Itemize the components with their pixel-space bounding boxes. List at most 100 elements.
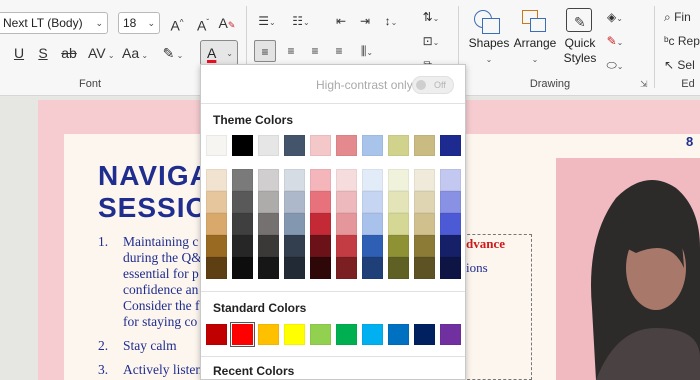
theme-shade-swatch[interactable] — [310, 213, 331, 235]
align-left-icon[interactable]: ≡ — [254, 40, 276, 62]
standard-color-swatch[interactable] — [206, 324, 227, 345]
theme-shade-swatch[interactable] — [232, 235, 253, 257]
theme-shade-swatch[interactable] — [388, 191, 409, 213]
font-size-combobox[interactable]: 18 ⌄ — [118, 12, 160, 34]
theme-color-swatch[interactable] — [414, 135, 435, 156]
character-spacing-button[interactable]: AV ⌄ — [88, 42, 115, 64]
arrange-button[interactable]: Arrange ⌄ — [512, 6, 558, 65]
theme-color-swatch[interactable] — [336, 135, 357, 156]
theme-shade-swatch[interactable] — [388, 235, 409, 257]
shapes-button[interactable]: Shapes ⌄ — [466, 6, 512, 65]
theme-shade-swatch[interactable] — [388, 257, 409, 279]
standard-color-swatch[interactable] — [310, 324, 331, 345]
theme-color-swatch[interactable] — [388, 135, 409, 156]
theme-shade-swatch[interactable] — [388, 213, 409, 235]
theme-shade-swatch[interactable] — [362, 169, 383, 191]
dialog-launcher-icon[interactable]: ⇲ — [640, 79, 648, 90]
theme-shade-swatch[interactable] — [232, 257, 253, 279]
theme-color-swatch[interactable] — [206, 135, 227, 156]
standard-color-swatch[interactable] — [388, 324, 409, 345]
theme-shade-swatch[interactable] — [284, 169, 305, 191]
slide-title[interactable]: NAVIGA SESSIO — [98, 160, 211, 224]
standard-color-swatch[interactable] — [258, 324, 279, 345]
theme-shade-swatch[interactable] — [258, 169, 279, 191]
theme-shade-swatch[interactable] — [440, 257, 461, 279]
theme-shade-swatch[interactable] — [258, 213, 279, 235]
theme-shade-swatch[interactable] — [206, 213, 227, 235]
theme-color-swatch[interactable] — [232, 135, 253, 156]
theme-shade-swatch[interactable] — [440, 169, 461, 191]
font-color-button[interactable]: A ⌄ — [200, 40, 238, 66]
theme-shade-swatch[interactable] — [232, 191, 253, 213]
theme-shade-swatch[interactable] — [414, 169, 435, 191]
high-contrast-toggle[interactable]: Off — [412, 76, 454, 94]
change-case-button[interactable]: Aa ⌄ — [122, 42, 148, 64]
theme-shade-swatch[interactable] — [310, 191, 331, 213]
select-button[interactable]: ↖ Sel — [664, 54, 695, 76]
numbering-icon[interactable]: ☷⌄ — [290, 10, 312, 32]
text-direction-icon[interactable]: ⇅⌄ — [420, 6, 442, 28]
theme-shade-swatch[interactable] — [206, 235, 227, 257]
theme-shade-swatch[interactable] — [336, 169, 357, 191]
theme-color-swatch[interactable] — [284, 135, 305, 156]
theme-shade-swatch[interactable] — [414, 257, 435, 279]
theme-shade-swatch[interactable] — [206, 191, 227, 213]
align-text-icon[interactable]: ⊡⌄ — [420, 30, 442, 52]
text-box-selection[interactable] — [462, 234, 532, 380]
theme-shade-swatch[interactable] — [440, 235, 461, 257]
shadow-button[interactable]: S — [32, 42, 54, 64]
theme-shade-swatch[interactable] — [310, 235, 331, 257]
clear-formatting-icon[interactable]: A✎ — [216, 12, 238, 34]
speaker-photo[interactable] — [556, 158, 700, 380]
theme-shade-swatch[interactable] — [414, 191, 435, 213]
theme-color-swatch[interactable] — [258, 135, 279, 156]
theme-shade-swatch[interactable] — [440, 191, 461, 213]
theme-shade-swatch[interactable] — [206, 257, 227, 279]
standard-color-swatch[interactable] — [284, 324, 305, 345]
align-right-icon[interactable]: ≡ — [304, 40, 326, 62]
align-center-icon[interactable]: ≡ — [280, 40, 302, 62]
theme-shade-swatch[interactable] — [362, 235, 383, 257]
theme-shade-swatch[interactable] — [284, 235, 305, 257]
theme-shade-swatch[interactable] — [440, 213, 461, 235]
theme-shade-swatch[interactable] — [310, 169, 331, 191]
strikethrough-button[interactable]: ab — [58, 42, 80, 64]
theme-shade-swatch[interactable] — [388, 169, 409, 191]
standard-color-swatch[interactable] — [362, 324, 383, 345]
shape-outline-icon[interactable]: ✎⌄ — [604, 30, 626, 52]
standard-color-swatch[interactable] — [230, 322, 255, 347]
line-spacing-icon[interactable]: ↕⌄ — [380, 10, 402, 32]
grow-font-button[interactable]: A^ — [166, 12, 188, 34]
theme-shade-swatch[interactable] — [362, 213, 383, 235]
theme-color-swatch[interactable] — [310, 135, 331, 156]
theme-shade-swatch[interactable] — [284, 213, 305, 235]
theme-shade-swatch[interactable] — [284, 191, 305, 213]
decrease-indent-icon[interactable]: ⇤ — [330, 10, 352, 32]
replace-button[interactable]: ᵇc Rep — [664, 30, 700, 52]
shrink-font-button[interactable]: Aˇ — [192, 12, 214, 34]
theme-shade-swatch[interactable] — [362, 191, 383, 213]
theme-shade-swatch[interactable] — [336, 235, 357, 257]
theme-shade-swatch[interactable] — [336, 257, 357, 279]
theme-color-swatch[interactable] — [362, 135, 383, 156]
standard-color-swatch[interactable] — [336, 324, 357, 345]
justify-icon[interactable]: ≡ — [328, 40, 350, 62]
standard-color-swatch[interactable] — [414, 324, 435, 345]
bullets-icon[interactable]: ☰⌄ — [256, 10, 278, 32]
theme-shade-swatch[interactable] — [362, 257, 383, 279]
theme-shade-swatch[interactable] — [206, 169, 227, 191]
theme-color-swatch[interactable] — [440, 135, 461, 156]
increase-indent-icon[interactable]: ⇥ — [354, 10, 376, 32]
highlight-color-button[interactable]: ✎ ⌄ — [162, 42, 184, 64]
theme-shade-swatch[interactable] — [414, 213, 435, 235]
theme-shade-swatch[interactable] — [258, 257, 279, 279]
font-name-combobox[interactable]: Next LT (Body) ⌄ — [0, 12, 108, 34]
theme-shade-swatch[interactable] — [414, 235, 435, 257]
standard-color-swatch[interactable] — [440, 324, 461, 345]
columns-icon[interactable]: ⫼⌄ — [356, 40, 378, 62]
quick-styles-button[interactable]: ✎ Quick Styles — [560, 6, 600, 66]
theme-shade-swatch[interactable] — [258, 235, 279, 257]
theme-shade-swatch[interactable] — [258, 191, 279, 213]
shape-fill-icon[interactable]: ◈⌄ — [604, 6, 626, 28]
theme-shade-swatch[interactable] — [310, 257, 331, 279]
